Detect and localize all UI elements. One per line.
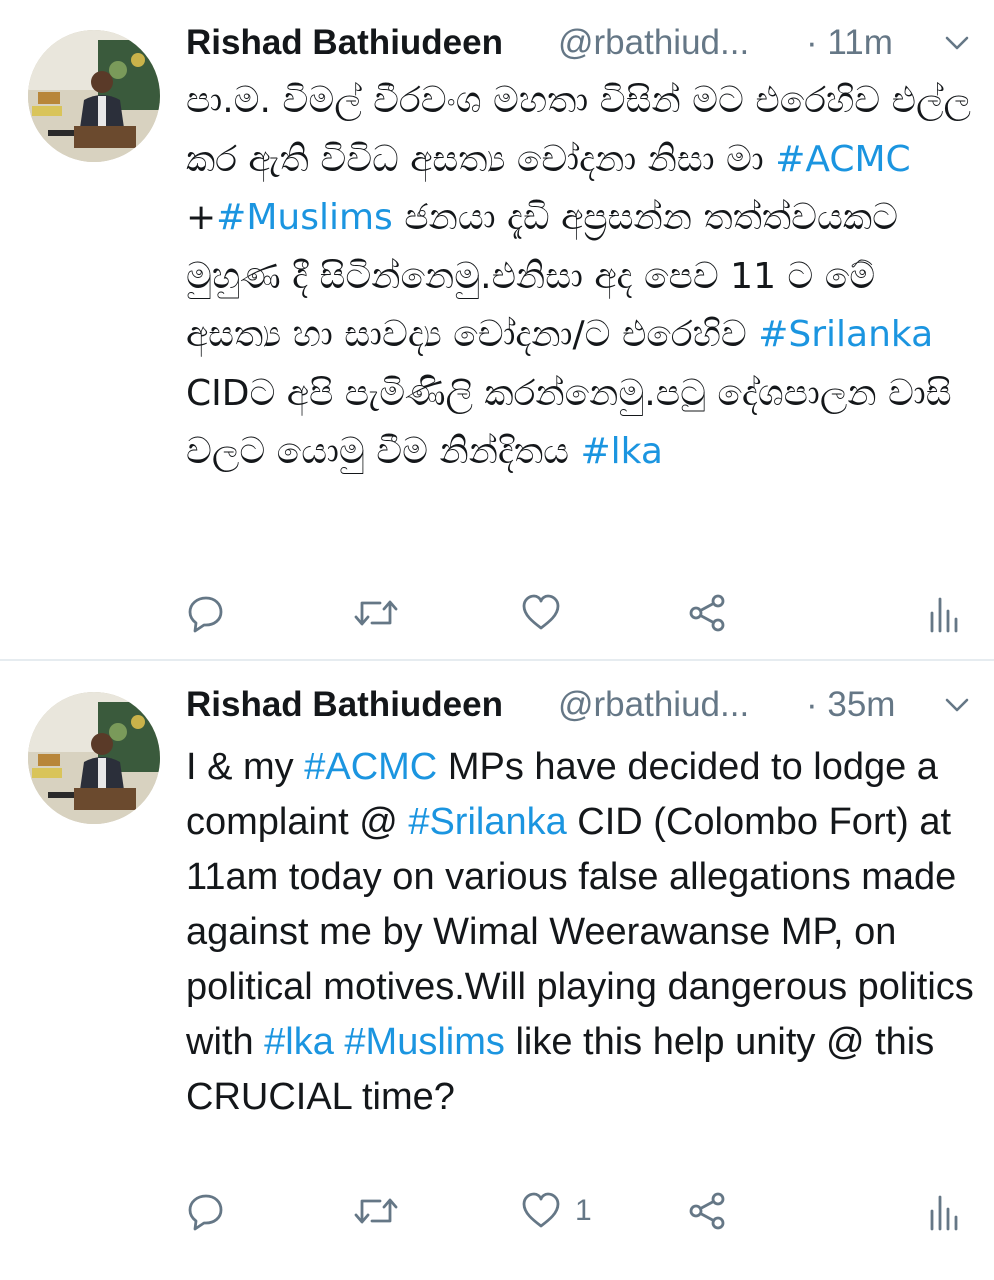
retweet-icon	[354, 1198, 398, 1224]
author-name[interactable]: Rishad Bathiudeen	[186, 682, 503, 728]
like-button[interactable]	[521, 588, 575, 638]
tweet-header: Rishad Bathiudeen @rbathiud... · 11m	[186, 20, 976, 70]
reply-button[interactable]	[186, 588, 226, 638]
heart-icon	[522, 594, 560, 630]
hashtag-link[interactable]: #Muslims	[344, 1021, 504, 1063]
hashtag-link[interactable]: #Srilanka	[408, 801, 566, 843]
tweet-2[interactable]: Rishad Bathiudeen @rbathiud... · 35m I &…	[0, 662, 994, 1280]
retweet-button[interactable]	[354, 1186, 398, 1236]
analytics-button[interactable]	[928, 588, 958, 638]
avatar[interactable]	[28, 30, 160, 162]
analytics-button[interactable]	[928, 1186, 958, 1236]
avatar[interactable]	[28, 692, 160, 824]
tweet-text-segment: CIDට අපි පැමිණිලි කරන්නෙමු.පටු දේශපාලන ව…	[186, 372, 952, 473]
heart-icon	[522, 1192, 560, 1228]
share-icon	[689, 1192, 725, 1230]
retweet-button[interactable]	[354, 588, 398, 638]
like-count: 1	[575, 1194, 592, 1227]
share-icon	[689, 594, 725, 632]
tweet-divider	[0, 659, 994, 661]
author-handle[interactable]: @rbathiud...	[558, 20, 749, 66]
reply-icon	[188, 596, 223, 633]
tweet-text: I & my #ACMC MPs have decided to lodge a…	[186, 740, 976, 1125]
tweet-text-segment: +	[186, 197, 217, 238]
tweet-text: පා.ම. විමල් වීරවංශ මහතා විසින් මට එරෙහිව…	[186, 72, 976, 482]
tweet-text-segment	[334, 1021, 345, 1063]
retweet-icon	[354, 600, 398, 626]
hashtag-link[interactable]: #Muslims	[216, 197, 393, 238]
reply-icon	[188, 1194, 223, 1231]
hashtag-link[interactable]: #lka	[264, 1021, 334, 1063]
reply-button[interactable]	[186, 1186, 226, 1236]
tweet-header: Rishad Bathiudeen @rbathiud... · 35m	[186, 682, 976, 732]
author-name[interactable]: Rishad Bathiudeen	[186, 20, 503, 66]
hashtag-link[interactable]: #lka	[580, 431, 662, 472]
chevron-down-icon[interactable]	[944, 32, 970, 54]
share-button[interactable]	[688, 1186, 728, 1236]
action-bar: 1	[186, 1186, 976, 1236]
analytics-icon	[930, 597, 958, 633]
hashtag-link[interactable]: #ACMC	[775, 139, 911, 180]
analytics-icon	[930, 1195, 958, 1231]
chevron-down-icon[interactable]	[944, 694, 970, 716]
tweet-1[interactable]: Rishad Bathiudeen @rbathiud... · 11m පා.…	[0, 0, 994, 660]
like-button[interactable]: 1	[521, 1186, 592, 1236]
timestamp[interactable]: · 35m	[806, 682, 895, 728]
author-handle[interactable]: @rbathiud...	[558, 682, 749, 728]
tweet-text-segment: I & my	[186, 746, 305, 788]
hashtag-link[interactable]: #ACMC	[304, 746, 437, 788]
timestamp[interactable]: · 11m	[806, 20, 893, 66]
action-bar	[186, 588, 976, 638]
hashtag-link[interactable]: #Srilanka	[758, 314, 933, 355]
share-button[interactable]	[688, 588, 728, 638]
